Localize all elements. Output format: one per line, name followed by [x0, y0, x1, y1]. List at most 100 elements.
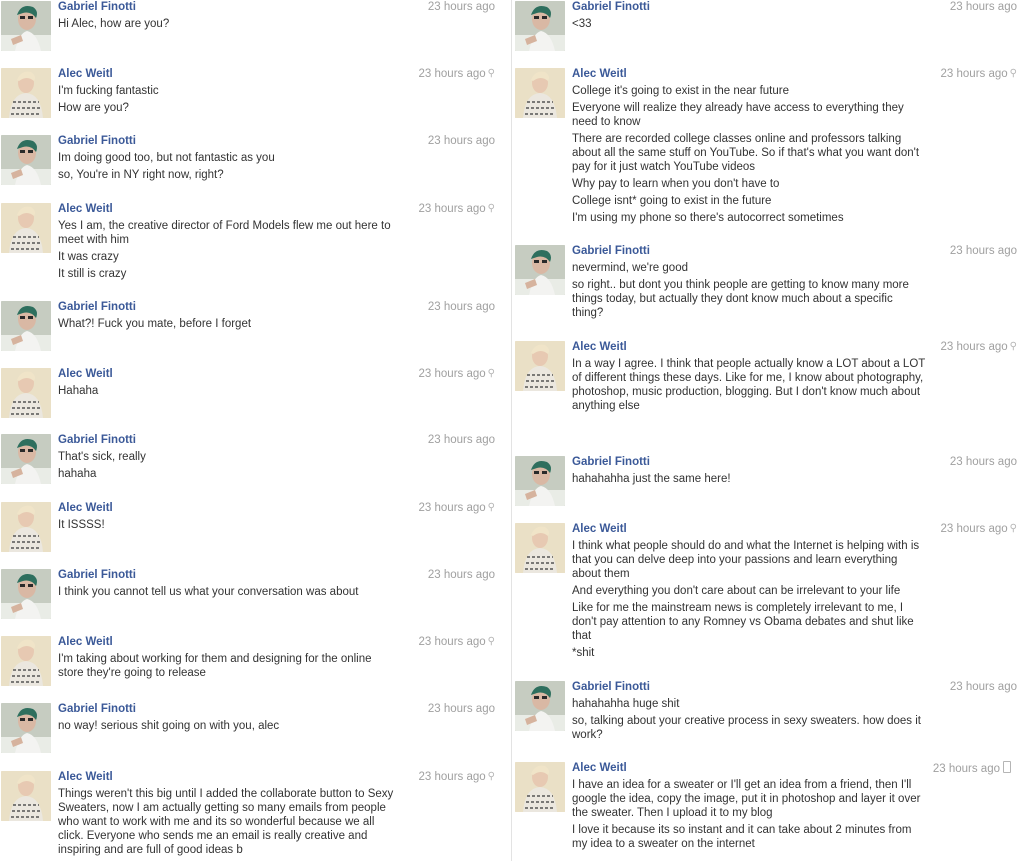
message-line: hahahahha huge shit: [572, 698, 680, 710]
message-line: Hi Alec, how are you?: [58, 18, 170, 30]
message-body: I'm taking about working for them and de…: [58, 652, 398, 683]
message-line: In a way I agree. I think that people ac…: [572, 358, 926, 412]
avatar-alec-weitl[interactable]: [1, 68, 51, 118]
location-pin-icon[interactable]: ⚲: [1010, 67, 1017, 81]
message-timestamp: 23 hours ago: [428, 702, 495, 716]
sender-name[interactable]: Alec Weitl: [58, 501, 113, 515]
avatar-gabriel-finotti[interactable]: [1, 135, 51, 185]
timestamp-text: 23 hours ago: [418, 636, 486, 648]
location-pin-icon[interactable]: ⚲: [488, 770, 495, 784]
timestamp-text: 23 hours ago: [932, 763, 1000, 775]
message-line: Im doing good too, but not fantastic as …: [58, 152, 275, 164]
sender-name[interactable]: Gabriel Finotti: [58, 300, 136, 314]
message-body: College it's going to exist in the near …: [572, 84, 927, 228]
sender-name[interactable]: Gabriel Finotti: [572, 680, 650, 694]
sender-name[interactable]: Alec Weitl: [58, 67, 113, 81]
message-line: That's sick, really: [58, 451, 146, 463]
message-body: In a way I agree. I think that people ac…: [572, 357, 927, 416]
timestamp-text: 23 hours ago: [427, 569, 495, 581]
sender-name[interactable]: Alec Weitl: [572, 340, 627, 354]
timestamp-text: 23 hours ago: [940, 68, 1008, 80]
message-line: *shit: [572, 647, 595, 659]
location-pin-icon[interactable]: ⚲: [488, 501, 495, 515]
message-line: I'm taking about working for them and de…: [58, 653, 372, 679]
timestamp-text: 23 hours ago: [940, 341, 1008, 353]
message-line: so, You're in NY right now, right?: [58, 169, 224, 181]
timestamp-text: 23 hours ago: [418, 68, 486, 80]
avatar-gabriel-finotti[interactable]: [515, 681, 565, 731]
sender-name[interactable]: Gabriel Finotti: [58, 0, 136, 14]
avatar-gabriel-finotti[interactable]: [1, 703, 51, 753]
message-body: nevermind, we're good so right.. but dont…: [572, 261, 927, 323]
avatar-gabriel-finotti[interactable]: [515, 1, 565, 51]
message-body: I think you cannot tell us what your con…: [58, 585, 398, 602]
location-pin-icon[interactable]: ⚲: [488, 202, 495, 216]
avatar-gabriel-finotti[interactable]: [515, 245, 565, 295]
avatar-alec-weitl[interactable]: [1, 502, 51, 552]
avatar-alec-weitl[interactable]: [515, 341, 565, 391]
message-timestamp: 23 hours ago: [933, 761, 1011, 776]
mobile-phone-icon: [1003, 761, 1011, 773]
message-line: Why pay to learn when you don't have to: [572, 178, 780, 190]
sender-name[interactable]: Alec Weitl: [58, 770, 113, 784]
message-line: Hahaha: [58, 385, 99, 397]
location-pin-icon[interactable]: ⚲: [1010, 522, 1017, 536]
location-pin-icon[interactable]: ⚲: [1010, 340, 1017, 354]
avatar-gabriel-finotti[interactable]: [1, 1, 51, 51]
avatar-alec-weitl[interactable]: [1, 636, 51, 686]
message-body: hahahahha huge shit so, talking about you…: [572, 697, 927, 745]
message-timestamp: 23 hours ago ⚲: [419, 202, 495, 216]
sender-name[interactable]: Gabriel Finotti: [58, 568, 136, 582]
message-timestamp: 23 hours ago: [950, 680, 1017, 694]
message-timestamp: 23 hours ago ⚲: [419, 770, 495, 784]
sender-name[interactable]: Gabriel Finotti: [58, 433, 136, 447]
location-pin-icon[interactable]: ⚲: [488, 635, 495, 649]
sender-name[interactable]: Gabriel Finotti: [58, 702, 136, 716]
message-line: Like for me the mainstream news is compl…: [572, 602, 914, 642]
message-timestamp: 23 hours ago: [950, 0, 1017, 14]
message-line: College isnt* going to exist in the futu…: [572, 195, 772, 207]
message-body: Hi Alec, how are you?: [58, 17, 398, 34]
location-pin-icon[interactable]: ⚲: [488, 67, 495, 81]
message-line: I'm fucking fantastic: [58, 85, 159, 97]
message-body: That's sick, really hahaha: [58, 450, 398, 484]
location-pin-icon[interactable]: ⚲: [488, 367, 495, 381]
avatar-alec-weitl[interactable]: [515, 762, 565, 812]
message-timestamp: 23 hours ago ⚲: [419, 367, 495, 381]
sender-name[interactable]: Gabriel Finotti: [572, 0, 650, 14]
sender-name[interactable]: Alec Weitl: [58, 202, 113, 216]
message-timestamp: 23 hours ago: [950, 455, 1017, 469]
message-line: How are you?: [58, 102, 129, 114]
message-timestamp: 23 hours ago: [428, 134, 495, 148]
avatar-alec-weitl[interactable]: [1, 368, 51, 418]
avatar-alec-weitl[interactable]: [1, 203, 51, 253]
timestamp-text: 23 hours ago: [940, 523, 1008, 535]
avatar-gabriel-finotti[interactable]: [1, 569, 51, 619]
message-line: Things weren't this big until I added th…: [58, 788, 394, 856]
sender-name[interactable]: Alec Weitl: [58, 367, 113, 381]
avatar-alec-weitl[interactable]: [1, 771, 51, 821]
message-line: It still is crazy: [58, 268, 127, 280]
sender-name[interactable]: Alec Weitl: [572, 67, 627, 81]
sender-name[interactable]: Gabriel Finotti: [572, 455, 650, 469]
avatar-alec-weitl[interactable]: [515, 523, 565, 573]
avatar-gabriel-finotti[interactable]: [1, 301, 51, 351]
message-line: And everything you don't care about can …: [572, 585, 901, 597]
avatar-gabriel-finotti[interactable]: [515, 456, 565, 506]
sender-name[interactable]: Gabriel Finotti: [572, 244, 650, 258]
message-line: nevermind, we're good: [572, 262, 688, 274]
conversation-column-right: Gabriel Finotti 23 hours ago <33 Alec Weitl…: [514, 0, 1024, 861]
message-line: College it's going to exist in the near …: [572, 85, 789, 97]
avatar-alec-weitl[interactable]: [515, 68, 565, 118]
sender-name[interactable]: Alec Weitl: [572, 761, 627, 775]
message-line: so right.. but dont you think people are…: [572, 279, 909, 319]
sender-name[interactable]: Alec Weitl: [58, 635, 113, 649]
sender-name[interactable]: Gabriel Finotti: [58, 134, 136, 148]
avatar-gabriel-finotti[interactable]: [1, 434, 51, 484]
timestamp-text: 23 hours ago: [427, 301, 495, 313]
message-timestamp: 23 hours ago ⚲: [419, 501, 495, 515]
message-timestamp: 23 hours ago: [428, 433, 495, 447]
message-line: I think what people should do and what t…: [572, 540, 920, 580]
sender-name[interactable]: Alec Weitl: [572, 522, 627, 536]
message-line: I have an idea for a sweater or I'll get…: [572, 779, 921, 819]
